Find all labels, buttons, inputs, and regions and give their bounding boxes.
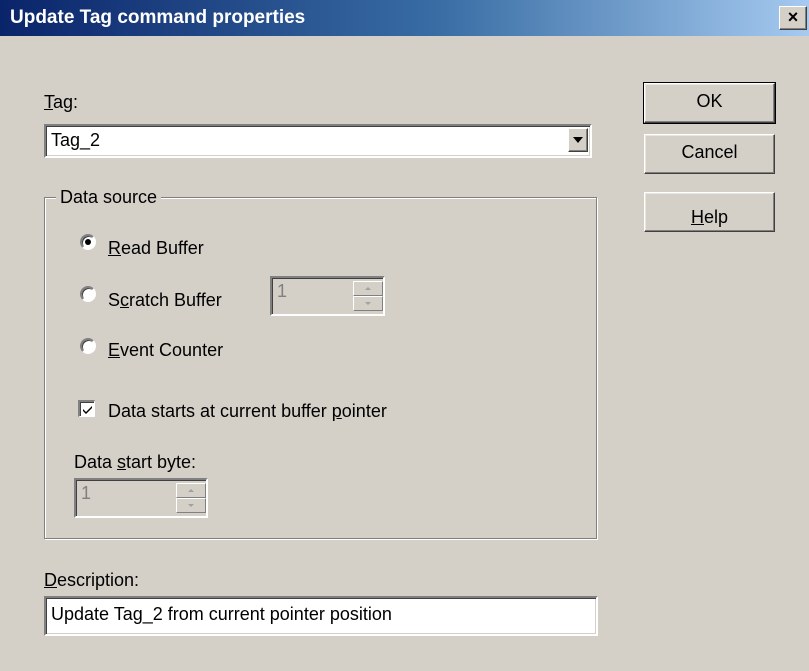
check-icon — [83, 406, 92, 414]
data-source-legend: Data source — [56, 187, 162, 208]
read-buffer-label[interactable]: Read Buffer — [108, 238, 204, 259]
description-value: Update Tag_2 from current pointer positi… — [51, 604, 392, 624]
close-button[interactable]: × — [779, 6, 807, 30]
start-byte-value: 1 — [81, 483, 92, 503]
event-counter-label[interactable]: Event Counter — [108, 340, 223, 361]
ok-button[interactable]: OK — [643, 82, 776, 124]
event-counter-radio[interactable] — [80, 338, 96, 354]
cancel-button-label: Cancel — [681, 142, 738, 162]
read-buffer-radio[interactable] — [80, 234, 96, 250]
spin-up-icon[interactable] — [353, 281, 383, 296]
start-byte-label: Data start byte: — [74, 452, 197, 472]
tag-label: Tag: — [44, 92, 79, 112]
tag-combobox[interactable]: Tag_2 — [44, 124, 592, 158]
title-bar[interactable]: Update Tag command properties × — [0, 0, 809, 36]
scratch-buffer-value: 1 — [277, 281, 288, 301]
spin-down-icon[interactable] — [353, 296, 383, 311]
scratch-buffer-input[interactable]: 1 — [270, 276, 385, 316]
close-icon: × — [787, 7, 799, 27]
tag-combobox-value: Tag_2 — [51, 130, 101, 150]
help-button[interactable]: Help — [644, 192, 775, 232]
help-button-label: Help — [690, 207, 729, 227]
scratch-buffer-label[interactable]: Scratch Buffer — [108, 290, 222, 311]
dialog-window: Update Tag command properties × Tag: Tag… — [0, 0, 809, 671]
spin-up-icon[interactable] — [176, 483, 206, 498]
description-input[interactable]: Update Tag_2 from current pointer positi… — [44, 596, 598, 636]
chevron-down-icon[interactable] — [568, 128, 588, 152]
cancel-button[interactable]: Cancel — [644, 134, 775, 174]
scratch-buffer-radio[interactable] — [80, 286, 96, 302]
buffer-pointer-checkbox[interactable] — [78, 400, 95, 417]
ok-button-label: OK — [696, 91, 723, 111]
start-byte-input[interactable]: 1 — [74, 478, 208, 518]
spin-down-icon[interactable] — [176, 498, 206, 513]
buffer-pointer-label[interactable]: Data starts at current buffer pointer — [108, 401, 387, 422]
description-label: Description: — [44, 570, 140, 590]
window-title: Update Tag command properties — [10, 7, 306, 28]
